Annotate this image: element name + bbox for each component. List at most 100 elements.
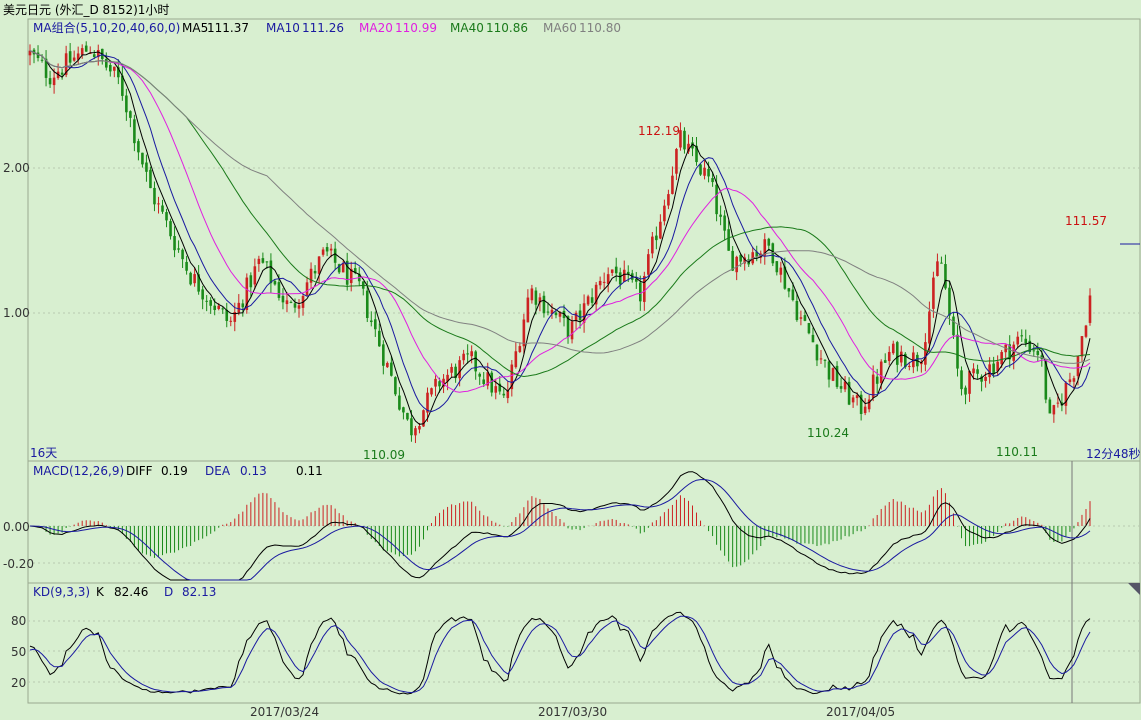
candle-body [329, 248, 333, 251]
ma40-legend-label: MA40 [450, 21, 484, 35]
candle-body [1024, 338, 1028, 344]
candle-body [1072, 378, 1076, 382]
candle-body [807, 323, 811, 334]
candle-body [727, 229, 730, 251]
candle-body [261, 258, 265, 263]
candle-body [1076, 355, 1080, 377]
candle-body [948, 287, 951, 316]
candle-body [390, 362, 393, 376]
candle-body [92, 54, 96, 57]
candle-body [161, 205, 164, 212]
ma60-legend-value: 110.80 [579, 21, 621, 35]
candle-body [534, 290, 538, 305]
diff-label: DIFF [126, 464, 153, 478]
candle-body [614, 266, 618, 274]
candle-body [229, 320, 233, 322]
candle-body [321, 249, 325, 255]
macd-title: MACD(12,26,9) [33, 464, 124, 478]
candle-body [928, 311, 931, 344]
candle-body [1020, 335, 1024, 337]
candle-body [169, 221, 172, 237]
candle-body [663, 205, 666, 222]
candle-body [490, 372, 494, 393]
candle-body [831, 368, 835, 381]
x-tick-label: 2017/03/30 [538, 705, 607, 719]
candle-body [277, 282, 281, 298]
candle-body [643, 276, 646, 302]
candle-body [598, 280, 602, 286]
candle-body [622, 269, 626, 282]
candle-body [518, 346, 522, 352]
recent-high-label: 111.57 [1065, 214, 1107, 228]
candle-body [60, 72, 64, 75]
candle-body [369, 320, 373, 323]
candle-body [895, 342, 899, 365]
candle-body [153, 187, 156, 205]
candle-body [735, 256, 738, 273]
candle-body [378, 330, 381, 347]
dea-value: 0.13 [240, 464, 267, 478]
candle-body [189, 272, 192, 285]
candle-body [795, 300, 799, 321]
candle-body [253, 266, 257, 285]
candle-body [554, 312, 558, 316]
candle-body [671, 175, 674, 194]
candle-body [281, 295, 285, 303]
ma5-legend-value: 111.37 [207, 21, 249, 35]
candle-body [667, 194, 670, 206]
candle-body [659, 221, 662, 239]
candle-body [530, 288, 534, 301]
period-label: 16天 [30, 446, 57, 460]
candle-body [618, 272, 622, 285]
candle-body [719, 214, 722, 217]
chart-canvas[interactable]: 美元日元 (外汇_D 8152)1小时 MA组合(5,10,20,40,60,0… [0, 0, 1141, 720]
candle-body [1068, 379, 1072, 383]
candle-body [558, 312, 562, 317]
dea-line [29, 478, 1091, 581]
candle-body [382, 344, 385, 366]
candle-body [205, 300, 208, 302]
candle-body [48, 78, 52, 85]
candle-body [221, 308, 225, 310]
candle-body [699, 164, 702, 175]
candle-body [972, 368, 975, 374]
candle-body [297, 305, 301, 309]
candle-body [173, 236, 176, 251]
candle-body [944, 264, 947, 289]
candle-body [964, 387, 967, 395]
candle-body [257, 258, 261, 265]
low3-price-label: 110.11 [996, 445, 1038, 459]
moving-average-lines [29, 50, 1091, 425]
candle-body [976, 369, 979, 374]
candle-body [851, 397, 855, 403]
x-tick-label: 2017/03/24 [250, 705, 319, 719]
candle-body [879, 361, 883, 383]
candle-body [333, 248, 337, 263]
panel-corner-marker [1128, 583, 1140, 595]
y-tick-label: 1.00 [3, 306, 30, 320]
kd-y-tick: 20 [11, 676, 26, 690]
candle-body [113, 66, 116, 71]
countdown-label: 12分48秒 [1086, 447, 1141, 461]
candle-body [213, 305, 216, 311]
candle-body [899, 351, 903, 363]
ma10-line [29, 50, 1091, 413]
candle-body [940, 262, 943, 264]
candle-body [430, 388, 433, 395]
candle-body [956, 334, 959, 369]
candle-body [341, 263, 345, 273]
candle-body [1052, 405, 1056, 415]
candle-body [546, 311, 550, 313]
grid-lines [28, 167, 1140, 703]
candle-body [891, 343, 895, 354]
candle-body [502, 393, 506, 396]
candle-body [887, 351, 891, 362]
d-value: 82.13 [182, 585, 216, 599]
ma10-legend-label: MA10 [266, 21, 300, 35]
candle-body [394, 377, 397, 395]
candle-body [791, 289, 795, 301]
candle-body [165, 212, 168, 221]
candle-body [149, 169, 152, 189]
candle-body [68, 51, 72, 63]
candle-body [129, 111, 132, 118]
